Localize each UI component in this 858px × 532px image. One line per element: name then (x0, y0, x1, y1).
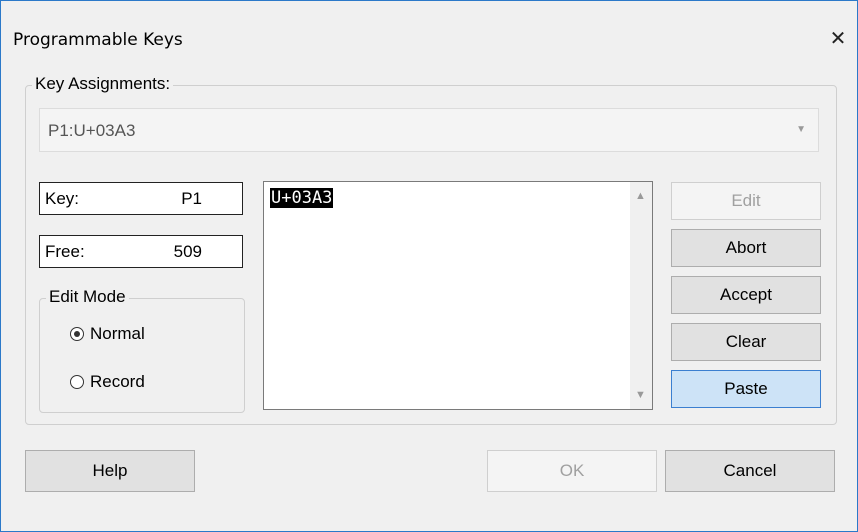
key-value: P1 (181, 189, 202, 208)
scroll-up-icon[interactable]: ▲ (635, 190, 646, 202)
ok-button[interactable]: OK (487, 450, 657, 492)
accept-button-label: Accept (720, 285, 772, 304)
key-assignments-legend: Key Assignments: (32, 74, 174, 94)
radio-record-label: Record (90, 372, 145, 391)
edit-button-label: Edit (731, 191, 761, 210)
editor-scrollbar[interactable]: ▲ ▼ (630, 182, 652, 409)
radio-record[interactable]: Record (70, 372, 145, 392)
paste-button[interactable]: Paste (671, 370, 821, 408)
abort-button[interactable]: Abort (671, 229, 821, 267)
chevron-down-icon: ▼ (796, 124, 806, 135)
ok-button-label: OK (559, 461, 585, 480)
radio-selected-icon (70, 327, 84, 341)
help-button-label: Help (92, 461, 128, 480)
key-label: Key: (45, 189, 80, 208)
edit-mode-group: Edit Mode Normal Record (39, 287, 245, 413)
scroll-down-icon[interactable]: ▼ (635, 389, 646, 401)
abort-button-label: Abort (725, 238, 767, 257)
help-button[interactable]: Help (25, 450, 195, 492)
key-content-editor[interactable]: U+03A3 ▲ ▼ (263, 181, 653, 410)
close-icon[interactable]: ✕ (827, 27, 849, 50)
editor-selected-text: U+03A3 (270, 188, 334, 208)
edit-mode-legend: Edit Mode (46, 287, 129, 307)
free-label: Free: (45, 242, 85, 261)
clear-button[interactable]: Clear (671, 323, 821, 361)
key-assignments-selected: P1:U+03A3 (48, 121, 136, 140)
accept-button[interactable]: Accept (671, 276, 821, 314)
key-field: Key: P1 (39, 182, 243, 215)
clear-button-label: Clear (725, 332, 767, 351)
cancel-button[interactable]: Cancel (665, 450, 835, 492)
radio-normal[interactable]: Normal (70, 324, 145, 344)
paste-button-label: Paste (724, 379, 768, 398)
free-value: 509 (173, 242, 202, 261)
radio-unselected-icon (70, 375, 84, 389)
programmable-keys-dialog: Programmable Keys ✕ Key Assignments: P1:… (0, 0, 858, 532)
free-field: Free: 509 (39, 235, 243, 268)
radio-normal-label: Normal (90, 324, 145, 343)
dialog-title: Programmable Keys (13, 30, 183, 50)
cancel-button-label: Cancel (723, 461, 777, 480)
edit-button[interactable]: Edit (671, 182, 821, 220)
key-assignments-dropdown[interactable]: P1:U+03A3 ▼ (39, 108, 819, 152)
